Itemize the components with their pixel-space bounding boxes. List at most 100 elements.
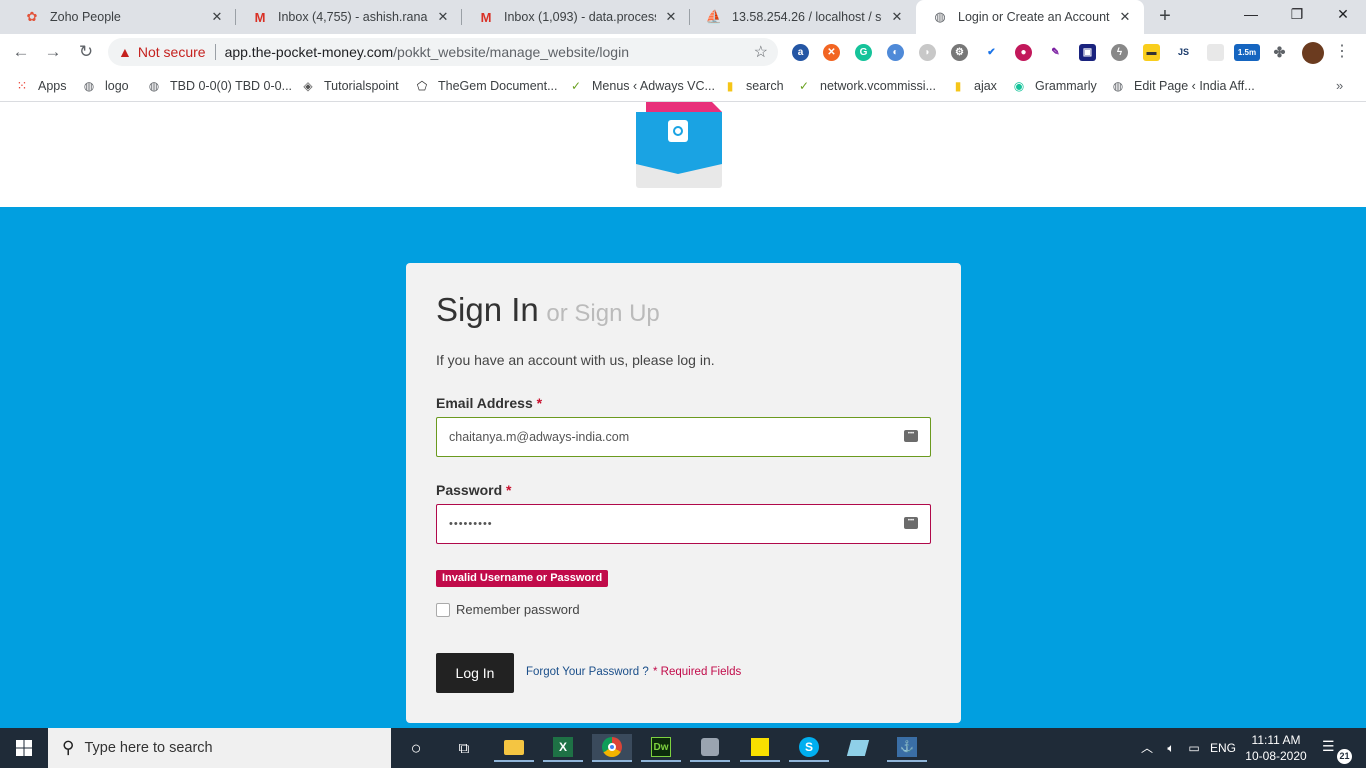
start-button[interactable]: [0, 728, 48, 768]
skype-icon[interactable]: S: [789, 734, 829, 762]
back-button[interactable]: ←: [8, 40, 34, 66]
login-card: Sign In or Sign Up If you have an accoun…: [406, 263, 961, 723]
tab-inbox-ashish[interactable]: M Inbox (4,755) - ashish.rana@vc ✕: [236, 0, 462, 34]
vpn-app-icon[interactable]: [690, 734, 730, 762]
chrome-icon[interactable]: [592, 734, 632, 762]
extension-screen-icon[interactable]: ▣: [1079, 44, 1096, 61]
folder-icon: ▮: [726, 79, 734, 93]
new-tab-button[interactable]: +: [1152, 4, 1178, 30]
extension-yellow-icon[interactable]: ▬: [1143, 44, 1160, 61]
close-tab-icon[interactable]: ✕: [888, 9, 906, 25]
tab-login[interactable]: ◍ Login or Create an Account ✕: [916, 0, 1144, 34]
bookmark-network-vcommission[interactable]: ✓ network.vcommissi...: [796, 76, 936, 96]
close-tab-icon[interactable]: ✕: [1116, 9, 1134, 25]
bookmark-thegem[interactable]: ⬠ TheGem Document...: [414, 76, 558, 96]
sticky-notes-icon[interactable]: [740, 734, 780, 762]
extension-gear-icon[interactable]: ⚙: [951, 44, 968, 61]
windows-logo-icon: [16, 740, 32, 756]
bookmark-grammarly[interactable]: ◉ Grammarly: [1011, 76, 1097, 96]
url-text[interactable]: app.the-pocket-money.com/pokkt_website/m…: [225, 44, 629, 60]
browser-menu-icon[interactable]: ⋮: [1334, 42, 1350, 62]
security-status[interactable]: Not secure: [138, 44, 206, 60]
bookmark-star-icon[interactable]: ☆: [754, 42, 768, 62]
taskbar-clock[interactable]: 11:11 AM 10-08-2020: [1236, 732, 1316, 764]
page-title: Sign In or Sign Up: [436, 291, 660, 329]
more-bookmarks-icon[interactable]: »: [1336, 78, 1343, 93]
extension-blank-icon[interactable]: [1207, 44, 1224, 61]
cortana-icon[interactable]: ○: [396, 734, 436, 762]
show-hidden-icons-chevron-icon[interactable]: ︿: [1138, 728, 1156, 768]
tab-inbox-data-processing[interactable]: M Inbox (1,093) - data.processing ✕: [462, 0, 690, 34]
extension-grey-icon[interactable]: ◗: [919, 44, 936, 61]
minimize-button[interactable]: —: [1228, 0, 1274, 30]
grammarly-icon: ◉: [1013, 79, 1025, 93]
autofill-keyboard-icon[interactable]: •••: [904, 517, 918, 529]
mysql-workbench-icon[interactable]: ⚓: [887, 734, 927, 762]
bookmark-search[interactable]: ▮ search: [722, 76, 784, 96]
bookmark-menus-adways[interactable]: ✓ Menus ‹ Adways VC...: [568, 76, 715, 96]
close-tab-icon[interactable]: ✕: [208, 9, 226, 25]
taskbar-search-input[interactable]: ⚲ Type here to search: [48, 728, 391, 768]
bookmark-ajax[interactable]: ▮ ajax: [950, 76, 997, 96]
zoho-icon: ✿: [26, 9, 38, 24]
extension-js-icon[interactable]: JS: [1175, 44, 1192, 61]
grammarly-extension-icon[interactable]: G: [855, 44, 872, 61]
notepad-icon[interactable]: [838, 734, 878, 762]
extensions-puzzle-icon[interactable]: ✤: [1271, 44, 1288, 61]
bookmark-logo[interactable]: ◍ logo: [81, 76, 129, 96]
forward-button[interactable]: →: [40, 40, 66, 66]
extension-check-icon[interactable]: ✔: [983, 44, 1000, 61]
globe-icon: ◍: [934, 9, 946, 24]
reload-button[interactable]: ↻: [73, 40, 99, 66]
browser-toolbar: ← → ↻ ▲ Not secure app.the-pocket-money.…: [0, 34, 1366, 70]
extension-color-icon[interactable]: ●: [1015, 44, 1032, 61]
bookmark-apps[interactable]: ⁙ Apps: [14, 76, 67, 96]
tab-title: Inbox (1,093) - data.processing: [504, 10, 656, 24]
file-explorer-icon[interactable]: [494, 734, 534, 762]
bookmark-tutorialspoint[interactable]: ◈ Tutorialspoint: [300, 76, 398, 96]
excel-icon[interactable]: X: [543, 734, 583, 762]
extension-blue-icon[interactable]: ◐: [887, 44, 904, 61]
extension-orange-icon[interactable]: ✕: [823, 44, 840, 61]
tab-zoho-people[interactable]: ✿ Zoho People ✕: [8, 0, 236, 34]
address-bar[interactable]: ▲ Not secure app.the-pocket-money.com/po…: [108, 38, 778, 66]
close-tab-icon[interactable]: ✕: [662, 9, 680, 25]
profile-avatar[interactable]: [1302, 42, 1324, 64]
extension-a-icon[interactable]: a: [792, 44, 809, 61]
extension-bolt-icon[interactable]: ϟ: [1111, 44, 1128, 61]
battery-icon[interactable]: ▭: [1184, 728, 1204, 768]
globe-icon: ◍: [1112, 79, 1124, 93]
task-view-icon[interactable]: ⧉: [444, 734, 484, 762]
tab-phpmyadmin[interactable]: ⛵ 13.58.254.26 / localhost / script ✕: [690, 0, 916, 34]
bookmark-tbd[interactable]: ◍ TBD 0-0(0) TBD 0-0...: [146, 76, 292, 96]
language-indicator[interactable]: ENG: [1206, 728, 1240, 768]
login-button[interactable]: Log In: [436, 653, 514, 693]
tab-title: Zoho People: [50, 10, 121, 24]
extension-timer-icon[interactable]: 1.5m: [1234, 44, 1260, 61]
remember-password[interactable]: Remember password: [436, 602, 580, 617]
required-fields-note: * Required Fields: [653, 666, 742, 678]
gmail-icon: M: [480, 9, 492, 25]
notification-center-icon[interactable]: ☰ 21: [1322, 738, 1352, 764]
sign-up-link[interactable]: or Sign Up: [546, 300, 659, 327]
email-value: chaitanya.m@adways-india.com: [449, 430, 630, 444]
remember-password-label: Remember password: [456, 602, 580, 617]
notification-count-badge: 21: [1337, 749, 1352, 764]
tab-title: 13.58.254.26 / localhost / script: [732, 10, 882, 24]
dreamweaver-icon[interactable]: Dw: [641, 734, 681, 762]
close-window-button[interactable]: ✕: [1320, 0, 1366, 30]
gem-icon: ⬠: [416, 79, 428, 93]
email-field[interactable]: chaitanya.m@adways-india.com •••: [436, 417, 931, 457]
remember-password-checkbox[interactable]: [436, 602, 450, 617]
password-label: Password *: [436, 482, 512, 498]
autofill-keyboard-icon[interactable]: •••: [904, 430, 918, 442]
search-icon: ⚲: [62, 738, 75, 757]
bookmark-edit-page[interactable]: ◍ Edit Page ‹ India Aff...: [1110, 76, 1255, 96]
forgot-password-link[interactable]: Forgot Your Password ?: [526, 666, 649, 678]
password-field[interactable]: ••••••••• •••: [436, 504, 931, 544]
sign-in-heading: Sign In: [436, 291, 539, 328]
extension-feather-icon[interactable]: ✎: [1047, 44, 1064, 61]
close-tab-icon[interactable]: ✕: [434, 9, 452, 25]
restore-button[interactable]: ❐: [1274, 0, 1320, 30]
volume-icon[interactable]: 🔈︎: [1160, 728, 1182, 768]
